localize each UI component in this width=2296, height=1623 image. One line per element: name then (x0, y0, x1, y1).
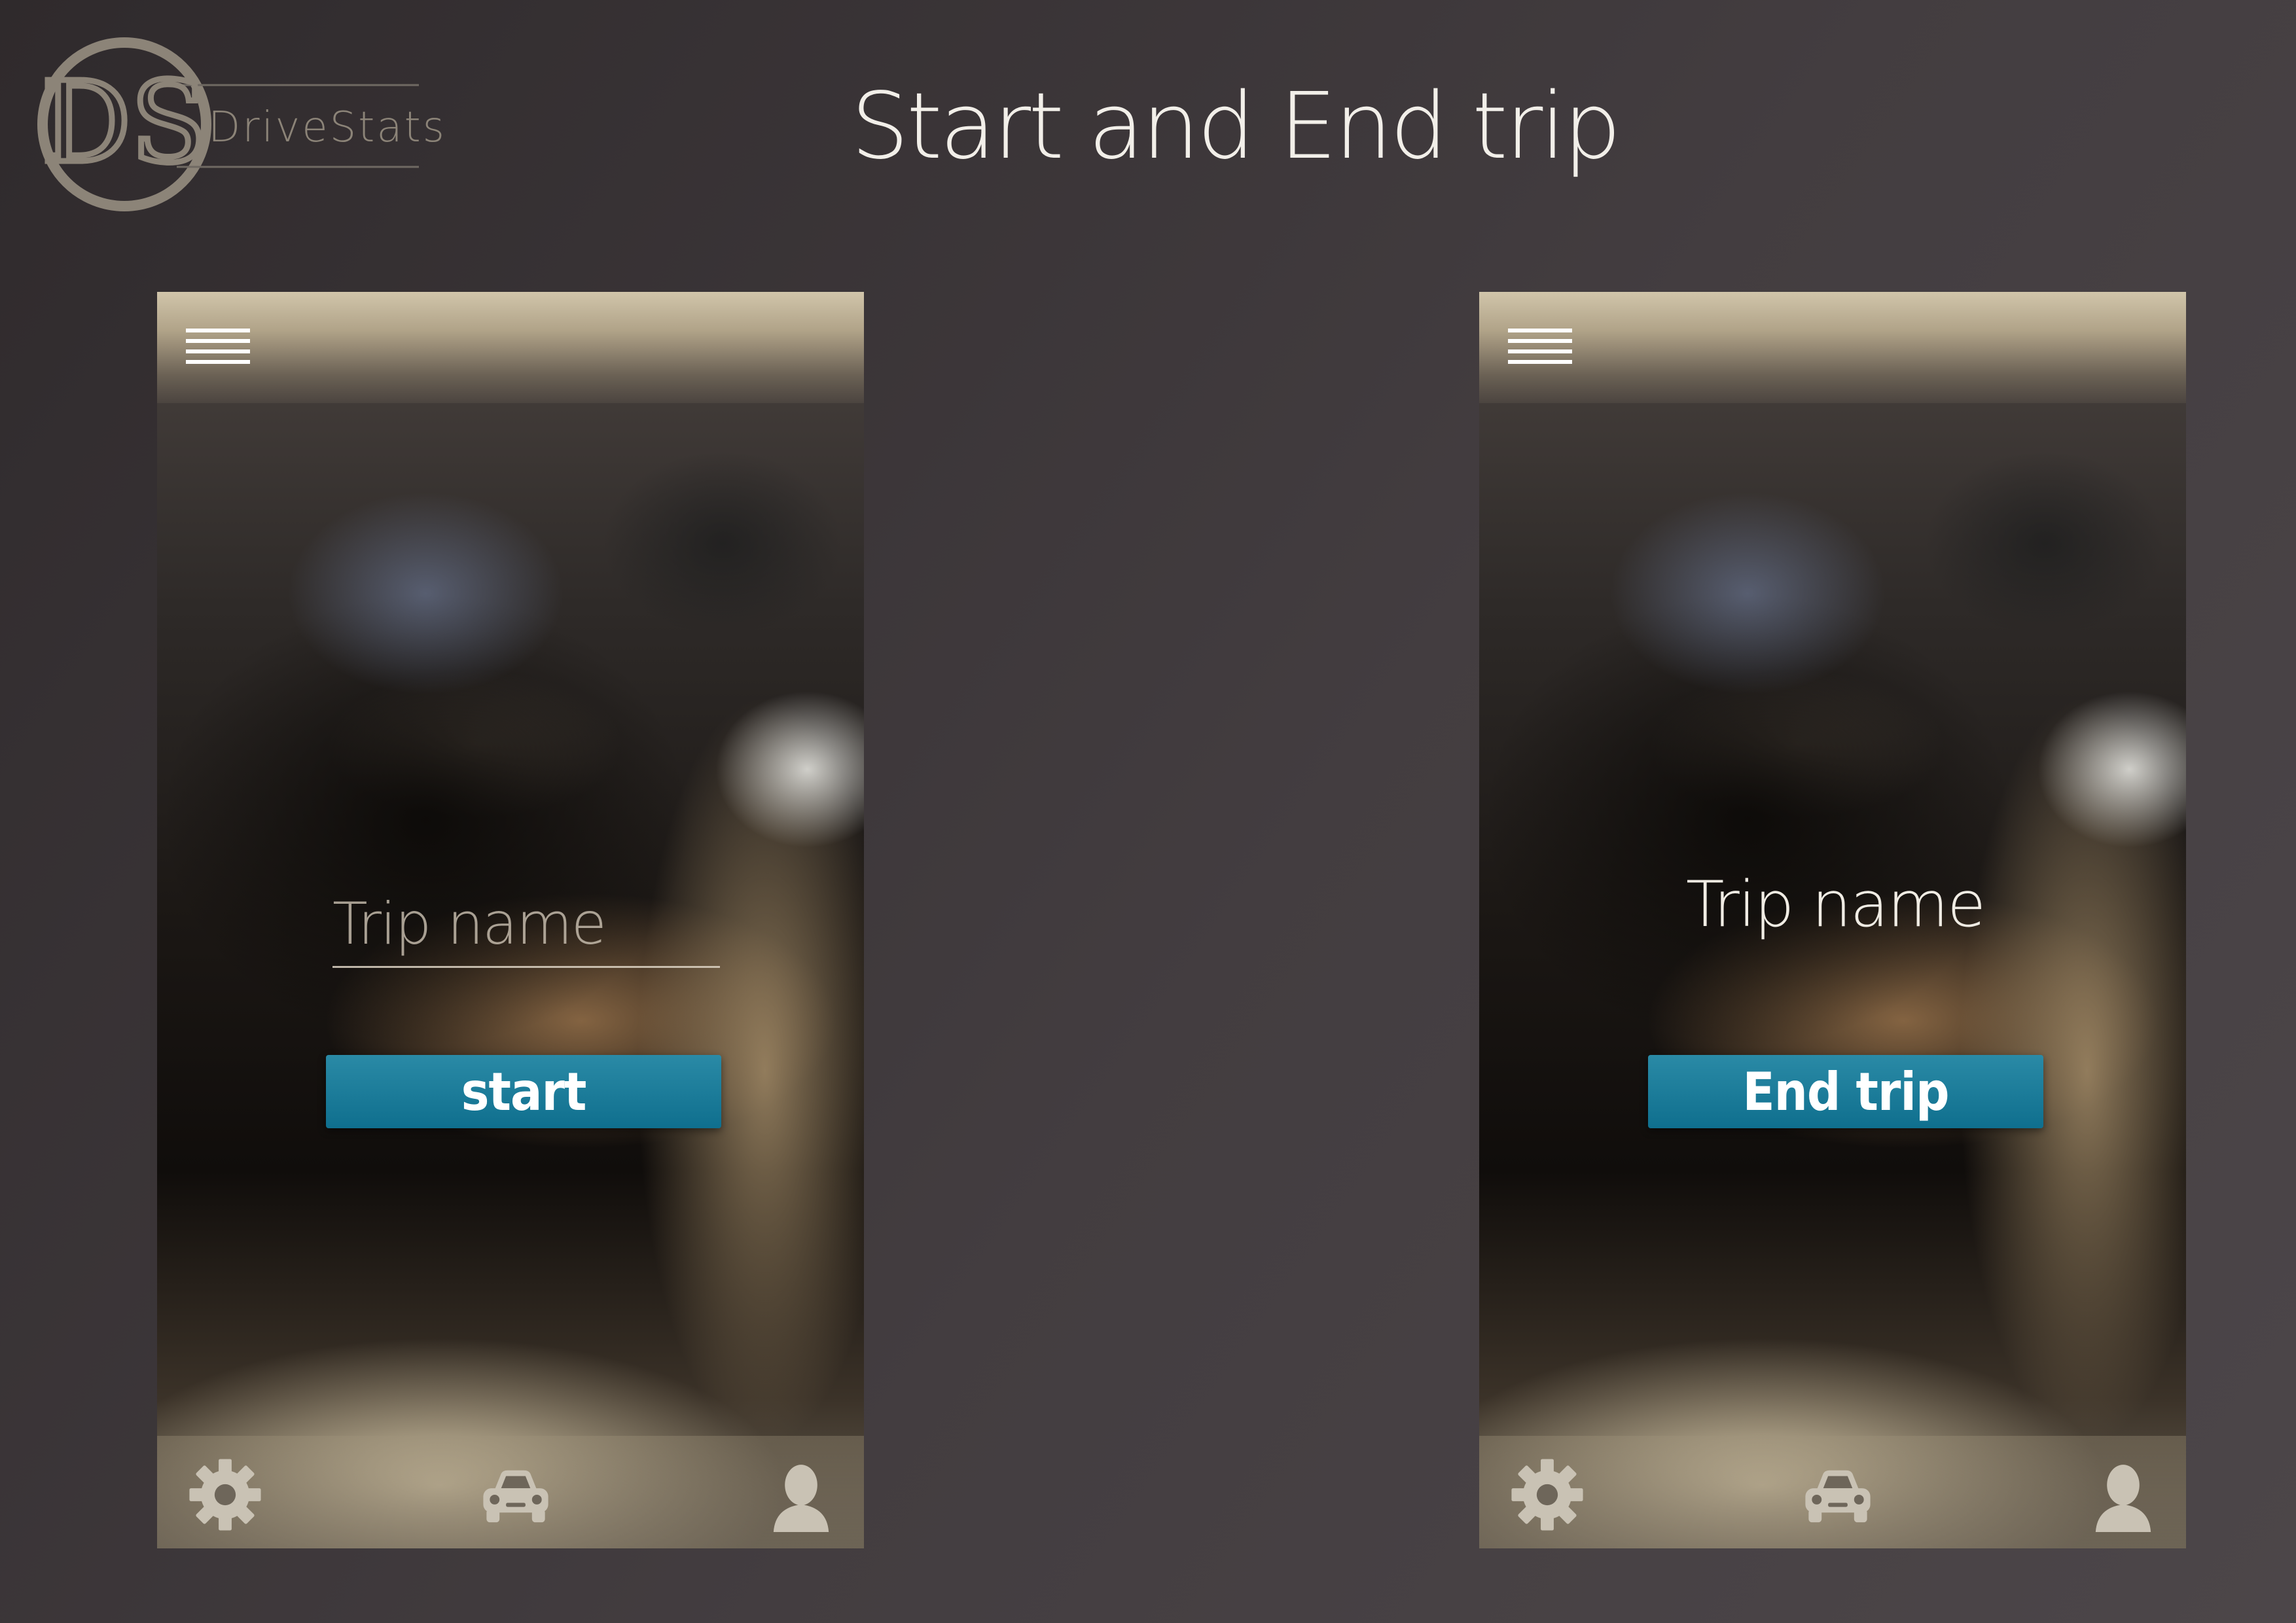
gear-icon[interactable] (185, 1454, 266, 1535)
top-bar (1479, 292, 2186, 403)
user-icon[interactable] (2083, 1454, 2164, 1535)
start-button[interactable]: start (326, 1055, 721, 1128)
svg-text:DS: DS (42, 58, 207, 188)
top-bar (157, 292, 864, 403)
user-icon[interactable] (761, 1454, 842, 1535)
drivestats-logo: DS DriveStats (26, 33, 444, 216)
car-icon[interactable] (475, 1454, 556, 1535)
menu-icon[interactable] (186, 329, 250, 376)
trip-name-label: Trip name (1685, 868, 1986, 941)
trip-name-input[interactable] (332, 881, 720, 968)
menu-icon[interactable] (1508, 329, 1572, 376)
start-trip-screen: start (157, 292, 864, 1548)
end-trip-button[interactable]: End trip (1648, 1055, 2043, 1128)
car-icon[interactable] (1797, 1454, 1878, 1535)
page-title: Start and End trip (851, 73, 1621, 180)
gear-icon[interactable] (1507, 1454, 1588, 1535)
brand-name: DriveStats (208, 103, 446, 152)
end-trip-screen: Trip name End trip (1479, 292, 2186, 1548)
bottom-tab-bar (1479, 1436, 2186, 1548)
bottom-tab-bar (157, 1436, 864, 1548)
